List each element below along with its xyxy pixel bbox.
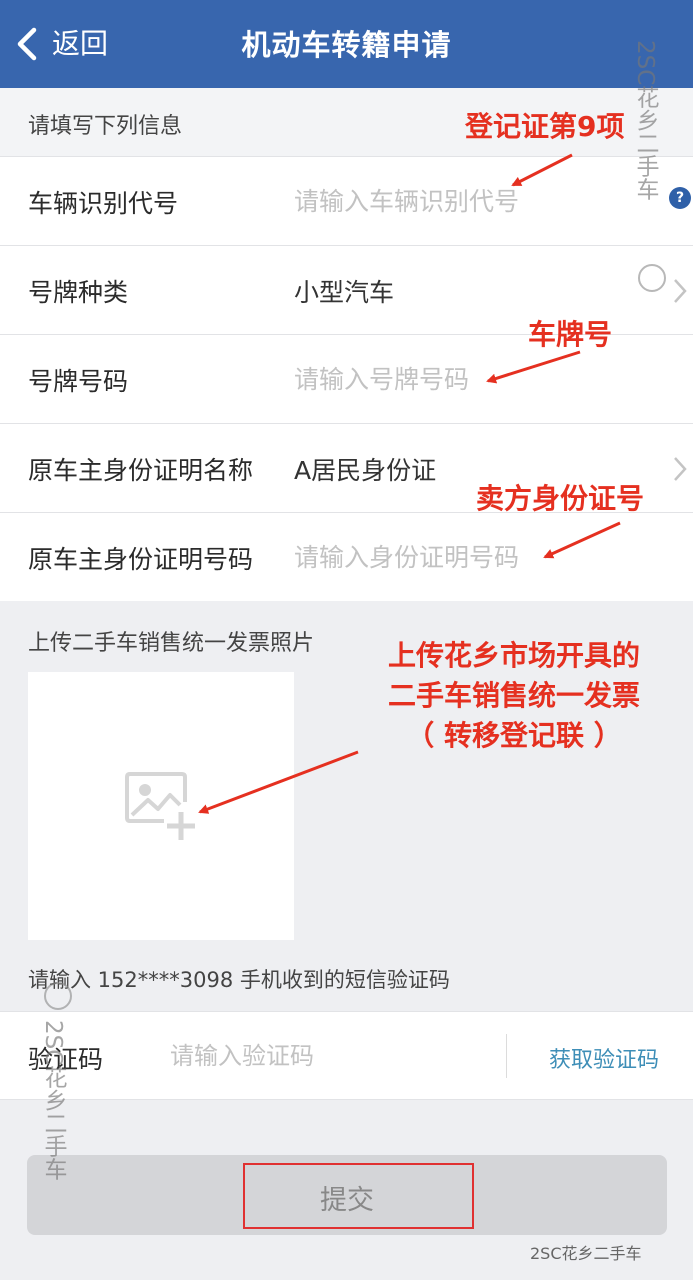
id-number-input[interactable] [294, 535, 634, 579]
annotation-vin: 登记证第9项 [465, 110, 625, 143]
watermark-vertical-top: 2SC花乡二手车 [632, 40, 658, 201]
divider [506, 1034, 507, 1078]
id-number-label: 原车主身份证明号码 [28, 545, 254, 574]
help-icon[interactable]: ? [669, 187, 691, 209]
form-rows: 车辆识别代号 ? 号牌种类 小型汽车 号牌号码 原车主身份证明名称 A居民身份证… [0, 156, 693, 601]
plate-number-input[interactable] [294, 357, 634, 401]
add-image-icon [125, 772, 195, 840]
id-type-label: 原车主身份证明名称 [28, 456, 254, 485]
watermark-bottom: 2SC花乡二手车 [530, 1244, 642, 1263]
form-row-vin[interactable]: 车辆识别代号 ? [0, 156, 693, 245]
plate-type-value[interactable]: 小型汽车 [294, 273, 394, 309]
watermark-face-icon [44, 982, 72, 1010]
vin-input[interactable] [294, 179, 634, 223]
watermark-vertical-bottom: 2SC花乡二手车 [40, 1020, 66, 1181]
section-header-text: 请填写下列信息 [28, 114, 183, 139]
sms-hint: 请输入 152****3098 手机收到的短信验证码 [28, 968, 450, 992]
submit-highlight-box [243, 1163, 474, 1229]
plate-number-label: 号牌号码 [28, 367, 129, 396]
verification-code-row: 验证码 获取验证码 [0, 1011, 693, 1100]
annotation-invoice-line2: 二手车销售统一发票 [387, 679, 640, 712]
watermark-face-icon [638, 264, 666, 292]
chevron-right-icon [674, 279, 687, 303]
form-row-id-number[interactable]: 原车主身份证明号码 [0, 512, 693, 601]
id-type-value[interactable]: A居民身份证 [294, 451, 436, 487]
plate-type-label: 号牌种类 [28, 278, 129, 307]
code-input[interactable] [170, 1034, 470, 1078]
vin-label: 车辆识别代号 [28, 189, 179, 218]
annotation-seller-id: 卖方身份证号 [476, 482, 645, 515]
annotation-invoice-line1: 上传花乡市场开具的 [387, 639, 640, 672]
annotation-plate: 车牌号 [528, 318, 613, 351]
navbar: 返回 机动车转籍申请 [0, 0, 693, 88]
annotation-invoice-line3: （ 转移登记联 ） [406, 719, 622, 752]
chevron-right-icon [674, 457, 687, 481]
get-code-button[interactable]: 获取验证码 [549, 1042, 659, 1074]
upload-photo-button[interactable] [28, 672, 294, 940]
upload-label: 上传二手车销售统一发票照片 [28, 631, 315, 656]
annotation-invoice: 上传花乡市场开具的 二手车销售统一发票 （ 转移登记联 ） [374, 636, 654, 756]
page-title: 机动车转籍申请 [241, 28, 452, 62]
